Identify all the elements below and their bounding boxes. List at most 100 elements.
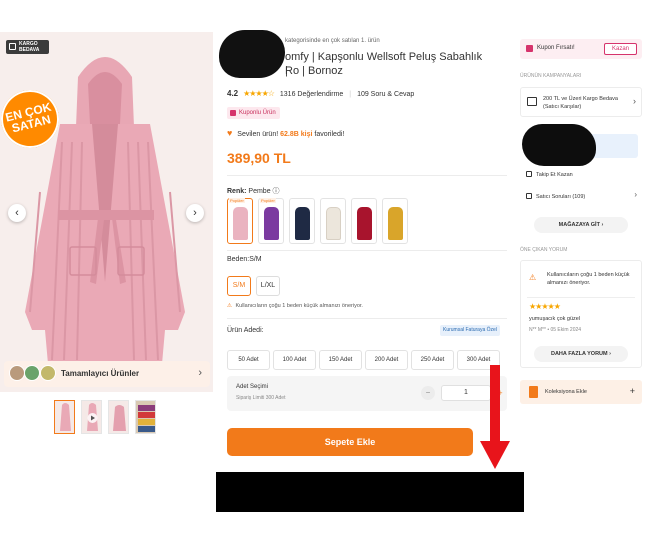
info-icon[interactable]: ⓘ (273, 188, 280, 195)
chevron-right-icon: › (633, 96, 636, 106)
favorite-suffix: favoriledi! (314, 131, 345, 138)
cargo-icon (527, 97, 537, 106)
play-icon (87, 403, 98, 431)
product-title-line2: Ro | Bornoz (285, 65, 343, 77)
gallery-prev-button[interactable]: ‹ (8, 204, 26, 222)
size-value: S/M (249, 256, 262, 263)
size-option-sm[interactable]: S/M (227, 276, 251, 296)
featured-review-card: ⚠ Kullanıcıların çoğu 1 beden küçük alma… (520, 260, 642, 368)
more-reviews-button[interactable]: DAHA FAZLA YORUM › (534, 346, 628, 362)
swatch-image (357, 207, 372, 240)
favorite-info: ♥ Sevilen ürün! 62.8B kişi favoriledi! (227, 128, 344, 138)
chevron-right-icon: › (193, 207, 197, 219)
follow-icon (526, 171, 532, 177)
warning-icon: ⚠ (529, 273, 537, 282)
swatch-pink[interactable]: Popüler (227, 198, 253, 244)
swatch-cream[interactable] (320, 198, 346, 244)
qty-box-title: Adet Seçimi (236, 384, 269, 390)
chevron-right-icon: › (601, 222, 604, 228)
heart-icon: ♥ (227, 128, 233, 138)
size-option-lxl[interactable]: L/XL (256, 276, 280, 296)
rating-separator: | (349, 91, 352, 98)
qty-option-100[interactable]: 100 Adet (273, 350, 316, 370)
complementary-products-banner[interactable]: Tamamlayıcı Ürünler › (4, 361, 210, 387)
size-options: S/M L/XL (227, 274, 285, 296)
thumbnail-4[interactable] (135, 400, 156, 434)
thumbnail-3[interactable] (108, 400, 129, 434)
product-price: 389,90 TL (227, 150, 291, 166)
corporate-invoice-tag: Kurumsal Faturaya Özel (440, 325, 500, 336)
complementary-thumb (24, 365, 41, 381)
coupon-tag-text: Kuponlu Ürün (239, 110, 276, 116)
earn-coupon-button[interactable]: Kazan (604, 43, 637, 55)
swatch-image (388, 207, 403, 240)
coupon-opportunity-text: Kupon Fırsatı! (537, 45, 575, 51)
chevron-right-icon: › (609, 351, 611, 357)
rating-score: 4.2 (227, 89, 239, 98)
seller-questions-text: Satıcı Soruları (109) (536, 194, 586, 200)
plus-icon: + (629, 386, 635, 396)
qty-option-200[interactable]: 200 Adet (365, 350, 408, 370)
popular-tag: Popüler (260, 198, 276, 203)
chevron-right-icon: › (198, 367, 202, 379)
thumbnail-1[interactable] (54, 400, 75, 434)
add-to-cart-button[interactable]: Sepete Ekle (227, 428, 473, 456)
thumbnail-strip (54, 400, 162, 434)
qty-decrement-button[interactable]: − (421, 386, 435, 400)
go-to-store-label: MAĞAZAYA GİT (558, 222, 600, 228)
qty-option-50[interactable]: 50 Adet (227, 350, 270, 370)
color-label: Renk: Pembe ⓘ (227, 186, 280, 196)
follow-earn-row[interactable]: Takip Et Kazan (526, 171, 573, 178)
swatch-red[interactable] (351, 198, 377, 244)
campaign-text: 200 TL ve Üzeri Kargo Bedava (Satıcı Kar… (543, 96, 618, 110)
size-advice-text: Kullanıcıların çoğu 1 beden küçük almanı… (547, 272, 630, 286)
seller-questions-row[interactable]: Satıcı Soruları (109) (526, 193, 585, 200)
swatch-purple[interactable]: Popüler (258, 198, 284, 244)
size-note-text: Kullanıcıların çoğu 1 beden küçük almanı… (235, 303, 363, 309)
review-stars-icon: ★★★★★ (529, 302, 561, 311)
add-to-collection-text: Koleksiyona Ekle (545, 389, 587, 395)
favorite-count: 62.8B kişi (280, 131, 313, 138)
complementary-thumb (9, 365, 25, 381)
qty-option-150[interactable]: 150 Adet (319, 350, 362, 370)
rating-stars-icon: ★★★★☆ (243, 89, 275, 98)
qty-option-250[interactable]: 250 Adet (411, 350, 454, 370)
free-cargo-badge: KARGO BEDAVA (6, 40, 49, 54)
color-label-text: Renk: (227, 188, 247, 195)
gallery-next-button[interactable]: › (186, 204, 204, 222)
product-image-gallery[interactable]: KARGO BEDAVA EN ÇOK SATAN ‹ › (0, 32, 213, 392)
popular-tag: Popüler (229, 198, 245, 203)
campaigns-title: ÜRÜNÜN KAMPANYALARI (520, 73, 582, 79)
more-reviews-label: DAHA FAZLA YORUM (550, 351, 608, 357)
bestseller-category-line[interactable]: kategorisinde en çok satılan 1. ürün (285, 38, 380, 44)
add-to-collection-card[interactable]: Koleksiyona Ekle + (520, 380, 642, 404)
rating-summary[interactable]: 4.2 ★★★★☆ 1316 Değerlendirme | 109 Soru … (227, 89, 414, 98)
divider (227, 175, 507, 176)
questions-link[interactable]: 109 Soru & Cevap (357, 91, 414, 98)
swatch-navy[interactable] (289, 198, 315, 244)
truck-icon (9, 43, 16, 50)
product-main-image (0, 32, 213, 392)
red-arrow-down-icon (480, 365, 510, 469)
order-limit-text: Sipariş Limiti 300 Adet (236, 395, 286, 401)
rating-count-link[interactable]: 1316 Değerlendirme (280, 91, 343, 98)
go-to-store-button[interactable]: MAĞAZAYA GİT › (534, 217, 628, 233)
redacted-seller-name (522, 124, 596, 166)
complementary-thumbs (9, 365, 56, 386)
chevron-left-icon: ‹ (15, 207, 19, 219)
follow-earn-text: Takip Et Kazan (536, 172, 573, 178)
size-label: Beden:S/M (227, 256, 262, 263)
campaign-card[interactable]: 200 TL ve Üzeri Kargo Bedava (Satıcı Kar… (520, 87, 642, 117)
quantity-label: Ürün Adedi: (227, 327, 264, 334)
coupon-icon (526, 45, 533, 52)
size-label-text: Beden: (227, 256, 250, 263)
coupon-product-tag: Kuponlu Ürün (227, 107, 280, 119)
thumbnail-2-video[interactable] (81, 400, 102, 434)
bookmark-icon (529, 386, 538, 398)
swatch-mustard[interactable] (382, 198, 408, 244)
divider (527, 297, 635, 298)
swatch-image (264, 207, 279, 240)
redacted-brand-area (219, 30, 285, 78)
favorite-prefix: Sevilen ürün! (237, 131, 279, 138)
quantity-options: 50 Adet 100 Adet 150 Adet 200 Adet 250 Adet 3… (227, 348, 503, 370)
